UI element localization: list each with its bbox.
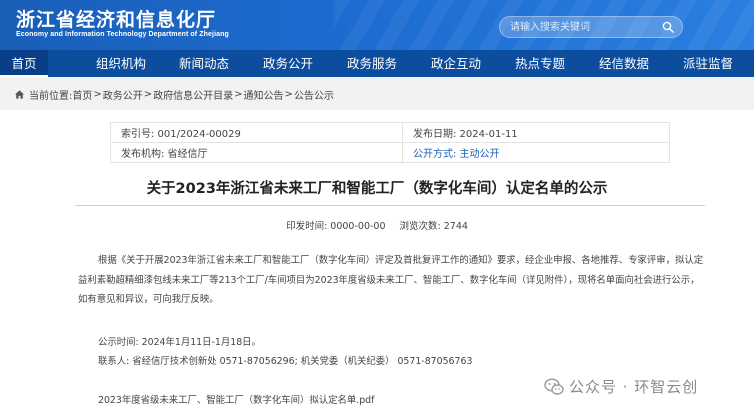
breadcrumb-separator: > xyxy=(234,89,243,100)
article-body: 根据《关于开展2023年浙江省未来工厂和智能工厂（数字化车间）评定及首批复评工作… xyxy=(78,251,704,310)
nav-item-interaction[interactable]: 政企互动 xyxy=(423,50,489,77)
site-header: 浙江省经济和信息化厅 Economy and Information Techn… xyxy=(0,0,754,50)
watermark: 公众号 · 环智云创 xyxy=(544,376,698,397)
breadcrumb-bar: 当前位置: 首页 > 政务公开 > 政府信息公开目录 > 通知公告 > 公告公示 xyxy=(0,77,754,110)
contact-info: 联系人: 省经信厅技术创新处 0571-87056296; 机关党委（机关纪委）… xyxy=(98,356,473,367)
title-divider xyxy=(75,205,705,206)
article-paragraph: 根据《关于开展2023年浙江省未来工厂和智能工厂（数字化车间）评定及首批复评工作… xyxy=(78,255,704,305)
article-meta: 印发时间: 0000-00-00 浏览次数: 2744 xyxy=(0,218,754,232)
nav-item-organization[interactable]: 组织机构 xyxy=(88,50,154,77)
view-count: 浏览次数: 2744 xyxy=(399,221,468,232)
nav-item-home[interactable]: 首页 xyxy=(0,50,48,77)
breadcrumb-separator: > xyxy=(284,89,293,100)
article-title: 关于2023年浙江省未来工厂和智能工厂（数字化车间）认定名单的公示 xyxy=(146,181,608,197)
breadcrumb-item-notices[interactable]: 通知公告 xyxy=(244,87,284,102)
nav-item-data[interactable]: 经信数据 xyxy=(591,50,657,77)
search-input[interactable] xyxy=(510,20,650,34)
nav-item-news[interactable]: 新闻动态 xyxy=(171,50,237,77)
watermark-text: 公众号 · 环智云创 xyxy=(569,378,699,396)
document-info-table: 索引号: 001/2024-00029 发布日期: 2024-01-11 发布机… xyxy=(110,122,670,163)
attachment-link[interactable]: 2023年度省级未来工厂、智能工厂（数字化车间）拟认定名单.pdf xyxy=(98,392,374,406)
search-box[interactable] xyxy=(499,16,683,38)
main-nav: 首页 组织机构 新闻动态 政务公开 政务服务 政企互动 热点专题 经信数据 派驻… xyxy=(0,50,754,77)
breadcrumb-item-home[interactable]: 首页 xyxy=(72,87,92,102)
breadcrumb-item-gov-affairs-open[interactable]: 政务公开 xyxy=(103,87,143,102)
print-time: 印发时间: 0000-00-00 xyxy=(286,221,386,232)
nav-item-hot-topics[interactable]: 热点专题 xyxy=(507,50,573,77)
breadcrumb-separator: > xyxy=(143,89,153,100)
home-icon xyxy=(14,90,25,99)
search-icon[interactable] xyxy=(662,21,674,33)
breadcrumb-item-info-catalog[interactable]: 政府信息公开目录 xyxy=(153,87,233,102)
nav-item-gov-affairs-open[interactable]: 政务公开 xyxy=(255,50,321,77)
publicity-period: 公示时间: 2024年1月11日-1月18日。 xyxy=(98,337,261,348)
breadcrumb-separator: > xyxy=(93,89,102,100)
site-subtitle: Economy and Information Technology Depar… xyxy=(16,31,229,38)
site-title[interactable]: 浙江省经济和信息化厅 xyxy=(16,5,216,32)
breadcrumb-item-announcements[interactable]: 公告公示 xyxy=(294,87,334,102)
nav-item-gov-services[interactable]: 政务服务 xyxy=(339,50,405,77)
index-number: 索引号: 001/2024-00029 xyxy=(110,122,403,143)
publish-date: 发布日期: 2024-01-11 xyxy=(402,122,670,143)
nav-item-supervision[interactable]: 派驻监督 xyxy=(675,50,741,77)
publisher: 发布机构: 省经信厅 xyxy=(110,142,403,163)
breadcrumb: 当前位置: 首页 > 政务公开 > 政府信息公开目录 > 通知公告 > 公告公示 xyxy=(14,87,334,102)
breadcrumb-prefix: 当前位置: xyxy=(29,91,73,102)
open-method: 公开方式: 主动公开 xyxy=(402,142,670,163)
wechat-icon xyxy=(544,377,564,395)
